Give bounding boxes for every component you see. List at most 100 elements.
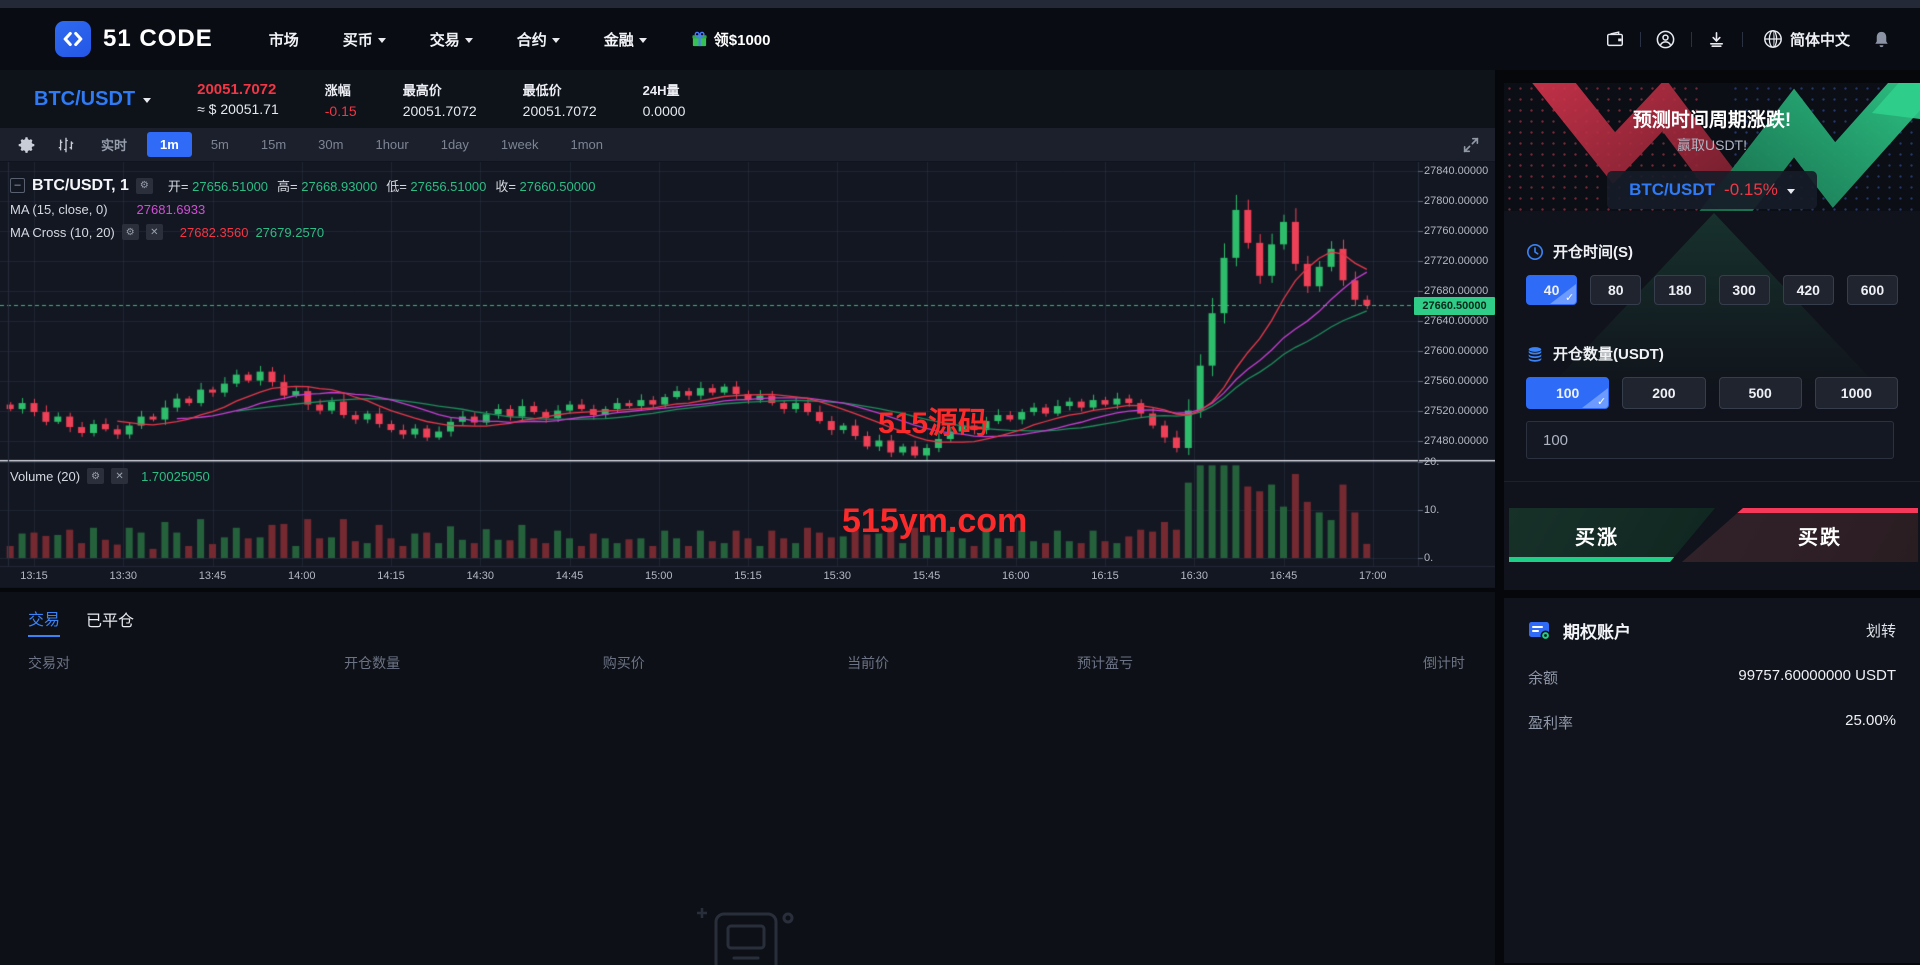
ma15-value: 27681.6933: [136, 202, 206, 217]
download-icon[interactable]: [1706, 28, 1728, 50]
time-opts-300[interactable]: 300: [1718, 275, 1770, 305]
chart-card: 实时 1m 5m 15m 30m 1hour 1day 1week 1mon – BTC/US…: [0, 128, 1495, 588]
interval-5m[interactable]: 5m: [198, 132, 242, 157]
language-selector[interactable]: 简体中文: [1763, 29, 1850, 50]
interval-1m[interactable]: 1m: [147, 132, 192, 157]
nav-item-finance[interactable]: 金融: [604, 29, 647, 50]
time-opts-420[interactable]: 420: [1782, 275, 1834, 305]
interval-30m[interactable]: 30m: [305, 132, 356, 157]
price-tick: 27720.00000: [1424, 254, 1489, 267]
ticker-bar: BTC/USDT 20051.7072 ≈ $ 20051.71 涨幅 -0.15…: [0, 70, 1495, 128]
time-opts-180[interactable]: 180: [1654, 275, 1706, 305]
price-tick: 27520.00000: [1424, 404, 1489, 417]
gift-icon: [692, 31, 707, 46]
ma15-label: MA (15, close, 0): [10, 202, 108, 217]
time-opts-80[interactable]: 80: [1590, 275, 1642, 305]
close-icon[interactable]: ✕: [111, 468, 129, 484]
column-header: 购买价: [602, 655, 645, 671]
time-tick: 15:15: [734, 570, 762, 582]
column-header: 当前价: [847, 655, 890, 671]
pair-selector[interactable]: BTC/USDT: [34, 88, 152, 111]
macross-label: MA Cross (10, 20): [10, 224, 115, 240]
wallet-icon[interactable]: [1604, 28, 1626, 50]
interval-1week[interactable]: 1week: [488, 132, 552, 157]
time-tick: 13:45: [198, 570, 227, 582]
amount-opts-500[interactable]: 500: [1718, 377, 1802, 409]
coins-icon: [1528, 346, 1542, 362]
legend-symbol: BTC/USDT, 1: [32, 176, 129, 194]
time-tick: 17:00: [1358, 570, 1387, 582]
gear-icon[interactable]: ⚙: [121, 224, 139, 240]
price-tick: 27760.00000: [1424, 224, 1489, 237]
interval-15m[interactable]: 15m: [248, 132, 299, 157]
browser-strip: [0, 0, 1920, 8]
stat-volume: 24H量 0.0000: [642, 82, 686, 119]
globe-icon: [1764, 30, 1782, 48]
time-tick: 14:30: [466, 570, 495, 582]
interval-1mon[interactable]: 1mon: [558, 132, 617, 157]
interval-1hour[interactable]: 1hour: [362, 132, 421, 157]
nav-item-trade[interactable]: 交易: [430, 29, 473, 50]
time-tick: 14:15: [377, 570, 405, 582]
settings-gear-icon[interactable]: [18, 136, 35, 153]
time-opts-600[interactable]: 600: [1846, 275, 1899, 305]
volume-label: Volume (20): [10, 468, 81, 484]
chevron-down-icon: [638, 37, 647, 43]
transfer-link[interactable]: 划转: [1866, 620, 1896, 641]
chart-body[interactable]: – BTC/USDT, 1 ⚙ 开= 27656.51000 高= 27668.…: [0, 162, 1495, 587]
user-icon[interactable]: [1655, 28, 1677, 50]
gear-icon[interactable]: ⚙: [87, 468, 105, 484]
nav-item-market[interactable]: 市场: [269, 29, 299, 50]
price-tick: 27840.00000: [1424, 164, 1489, 177]
ohlc-values: 开= 27656.51000 高= 27668.93000 低= 27656.5…: [167, 179, 596, 194]
close-icon[interactable]: ✕: [145, 224, 163, 240]
buy-down-button[interactable]: 买跌: [1682, 508, 1918, 562]
price-tick: 27560.00000: [1424, 374, 1489, 387]
chart-legend: – BTC/USDT, 1 ⚙ 开= 27656.51000 高= 27668.…: [10, 176, 595, 247]
amount-opts-1000[interactable]: 1000: [1814, 377, 1898, 409]
time-tick: 16:00: [1001, 570, 1030, 582]
amount-opts-200[interactable]: 200: [1622, 377, 1706, 409]
nav-item-contract[interactable]: 合约: [517, 29, 560, 50]
stat-change: 涨幅 -0.15: [324, 82, 357, 119]
collapse-icon[interactable]: –: [10, 178, 25, 193]
tab-open-trades[interactable]: 交易: [28, 606, 61, 637]
tab-closed-trades[interactable]: 已平仓: [86, 607, 134, 636]
interval-1day[interactable]: 1day: [428, 132, 482, 157]
separator: [1741, 31, 1743, 47]
pair-dropdown[interactable]: BTC/USDT -0.15%: [1607, 171, 1817, 209]
watermark-url: 515ym.com: [842, 502, 1028, 540]
balance-row: 余额 99757.60000000 USDT: [1528, 667, 1896, 687]
stat-high: 最高价 20051.7072: [402, 82, 477, 119]
indicator-chart-icon[interactable]: [57, 136, 75, 154]
volume-value: 1.70025050: [141, 468, 210, 484]
fullscreen-icon[interactable]: [1461, 135, 1481, 155]
chevron-down-icon: [464, 37, 473, 43]
navbar: 51 CODE 市场 买币 交易 合约 金融 领$1000 简体中文: [0, 8, 1920, 70]
time-tick: 15:00: [644, 570, 673, 582]
time-tick: 16:15: [1091, 570, 1119, 582]
macross-slow: 27679.2570: [255, 224, 325, 240]
amount-opts-100[interactable]: 100: [1526, 377, 1610, 409]
bonus-link[interactable]: 领$1000: [691, 29, 771, 50]
last-price-chip: 27660.50000: [1414, 296, 1495, 315]
option-account-panel: 期权账户 划转 余额 99757.60000000 USDT 盈利率 25.00…: [1504, 598, 1920, 963]
macross-fast: 27682.3560: [179, 224, 249, 240]
open-time-label: 开仓时间(S): [1526, 241, 1898, 262]
account-card-icon: [1529, 621, 1551, 640]
chevron-down-icon: [377, 37, 386, 43]
open-amount-options: 100 200 500 1000: [1526, 377, 1898, 409]
bell-icon[interactable]: [1870, 28, 1892, 50]
interval-group: 1m 5m 15m 30m 1hour 1day 1week 1mon: [147, 132, 616, 157]
buy-up-button[interactable]: 买涨: [1509, 508, 1715, 562]
price-tick: 27680.00000: [1424, 284, 1489, 297]
logo[interactable]: 51 CODE: [55, 21, 213, 57]
price-tick: 27640.00000: [1424, 314, 1489, 327]
nav-item-buy[interactable]: 买币: [343, 29, 386, 50]
price-tick: 27600.00000: [1424, 344, 1489, 357]
time-opts-40[interactable]: 40: [1526, 275, 1578, 305]
gear-icon[interactable]: ⚙: [135, 177, 153, 194]
tab-realtime[interactable]: 实时: [89, 135, 139, 154]
volume-tick: 0.: [1424, 552, 1434, 564]
amount-input[interactable]: [1526, 421, 1894, 459]
